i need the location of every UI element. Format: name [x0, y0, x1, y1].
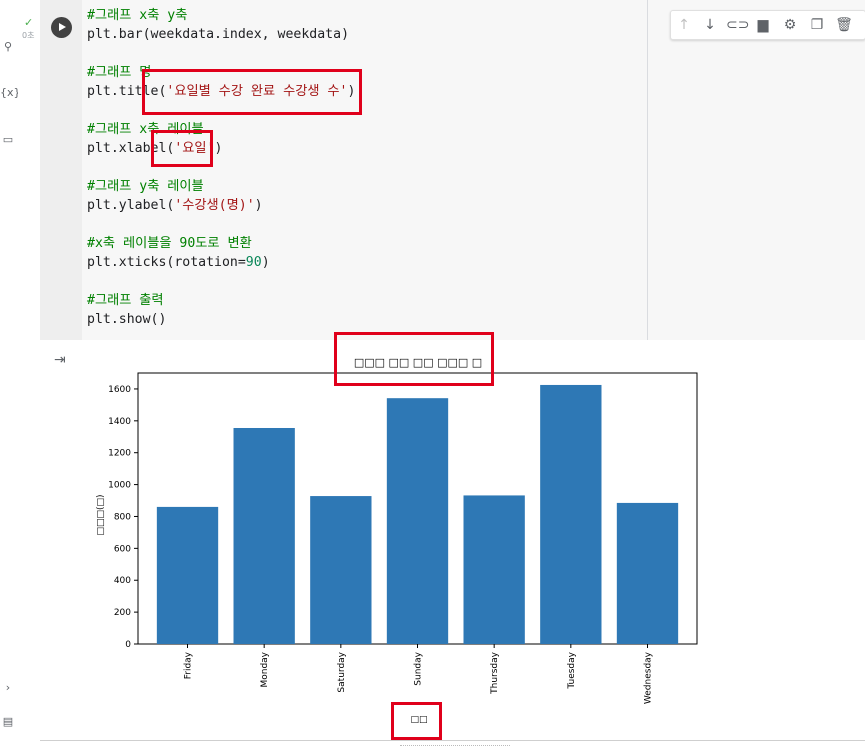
y-tick-label: 400	[114, 576, 131, 586]
code-token: plt.title(	[87, 84, 167, 99]
mirror-icon[interactable]: ❐	[807, 15, 827, 35]
terminal-icon[interactable]: ▤	[0, 715, 16, 729]
x-tick-label: Wednesday	[643, 651, 653, 704]
code-line: plt.ylabel('수강생(명)')	[87, 198, 263, 213]
code-line: #그래프 x축 y축	[87, 8, 187, 23]
comment-icon[interactable]: ▆	[753, 15, 773, 35]
code-comment: #x축 레이블을 90도로 변환	[87, 236, 252, 251]
x-tick-label: Sunday	[414, 651, 424, 685]
code-token: plt.show()	[87, 312, 167, 327]
y-tick-label: 1400	[108, 417, 131, 427]
arrow-down-icon[interactable]: ↓	[700, 15, 720, 35]
y-tick-label: 1200	[108, 449, 131, 459]
x-axis-label: □□	[410, 715, 427, 725]
code-line: plt.show()	[87, 312, 166, 327]
y-tick-label: 800	[114, 512, 131, 522]
code-line: plt.title('요일별 수강 완료 수강생 수')	[87, 84, 355, 99]
search-icon[interactable]: ⚲	[0, 40, 16, 54]
execution-time: 0초	[22, 31, 35, 40]
x-tick-label: Tuesday	[567, 651, 577, 689]
y-tick-label: 1000	[108, 481, 131, 491]
y-tick-label: 1600	[108, 385, 131, 395]
arrow-up-icon[interactable]: ↑	[674, 15, 694, 35]
bar-tuesday	[540, 384, 602, 644]
code-line: #그래프 명	[87, 65, 151, 80]
code-token: )	[214, 141, 223, 156]
code-comment: #그래프 x축 레이블	[87, 122, 204, 137]
bar-sunday	[386, 398, 449, 644]
code-cell[interactable]: #그래프 x축 y축 plt.bar(weekdata.index, weekd…	[40, 0, 865, 340]
x-tick-label: Monday	[260, 651, 270, 687]
bar-monday	[233, 427, 295, 644]
variables-icon[interactable]: {x}	[0, 86, 21, 100]
folder-icon[interactable]: ▭	[0, 133, 16, 147]
code-token: plt.xticks(rotation=	[87, 255, 246, 270]
code-token: plt.ylabel(	[87, 198, 175, 213]
delete-icon[interactable]: 🗑	[834, 15, 854, 35]
bar-chart: □□□ □□ □□ □□□ □ 0 200 400 600 800 1000 1200 140…	[96, 356, 698, 725]
code-token: )	[261, 255, 270, 270]
x-tick-label: Thursday	[490, 651, 500, 695]
code-number: 90	[245, 255, 262, 270]
code-token: )	[347, 84, 356, 99]
code-string: '요일별 수강 완료 수강생 수'	[166, 84, 348, 99]
left-sidebar: ⚲ {x} ▭ › ▤	[0, 0, 21, 750]
run-cell-button[interactable]	[51, 17, 72, 38]
code-line: #그래프 x축 레이블	[87, 122, 204, 137]
code-comment: #그래프 출력	[87, 293, 164, 308]
y-tick-label: 0	[125, 640, 131, 650]
next-cell-edge	[400, 745, 510, 751]
code-string: '요일'	[174, 141, 215, 156]
link-icon[interactable]: ⊂⊃	[726, 15, 749, 35]
code-line: #x축 레이블을 90도로 변환	[87, 236, 252, 251]
code-token: plt.xlabel(	[87, 141, 175, 156]
code-line: #그래프 출력	[87, 293, 164, 308]
y-tick-label: 200	[114, 608, 131, 618]
y-tick-label: 600	[114, 544, 131, 554]
chevron-right-icon[interactable]: ›	[0, 681, 16, 695]
code-comment: #그래프 x축 y축	[87, 8, 188, 23]
cell-gutter	[18, 0, 40, 750]
code-string: '수강생(명)'	[174, 198, 255, 213]
code-line: plt.xlabel('요일')	[87, 141, 222, 156]
code-line: plt.xticks(rotation=90)	[87, 255, 270, 270]
settings-icon[interactable]: ⚙	[780, 15, 800, 35]
code-comment: #그래프 y축 레이블	[87, 179, 204, 194]
x-tick-label: Friday	[184, 651, 194, 679]
code-token: )	[254, 198, 263, 213]
cell-divider	[647, 0, 648, 340]
cell-output: ⇥ □□□ □□ □□ □□□ □ 0 200 400 600 800 1000 1200 1…	[40, 340, 865, 740]
cell-run-gutter	[40, 0, 82, 340]
cell-bottom-border	[40, 740, 865, 741]
code-line: plt.bar(weekdata.index, weekdata)	[87, 27, 349, 42]
bar-thursday	[463, 495, 525, 644]
chart-title: □□□ □□ □□ □□□ □	[354, 356, 482, 369]
bar-saturday	[310, 496, 372, 644]
cell-toolbar: ↑ ↓ ⊂⊃ ▆ ⚙ ❐ 🗑	[670, 10, 865, 40]
code-line: #그래프 y축 레이블	[87, 179, 204, 194]
code-token: plt.bar(weekdata.index, weekdata)	[87, 27, 350, 42]
code-comment: #그래프 명	[87, 65, 152, 80]
code-text[interactable]: #그래프 x축 y축 plt.bar(weekdata.index, weekd…	[87, 6, 355, 329]
y-axis-label: □□□(□)	[96, 494, 106, 535]
bar-friday	[156, 506, 219, 644]
code-editor[interactable]: #그래프 x축 y축 plt.bar(weekdata.index, weekd…	[82, 0, 647, 340]
checkmark-icon: ✓	[24, 16, 34, 29]
x-tick-label: Saturday	[337, 651, 347, 692]
bar-wednesday	[616, 502, 679, 644]
